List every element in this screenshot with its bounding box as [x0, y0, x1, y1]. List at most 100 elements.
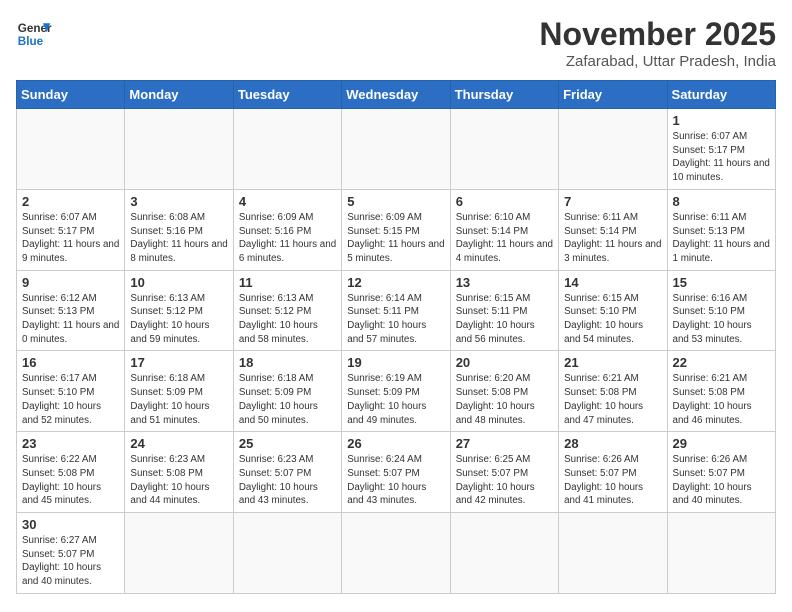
- day-info: Sunrise: 6:21 AMSunset: 5:08 PMDaylight:…: [673, 372, 770, 427]
- day-number: 23: [22, 436, 119, 451]
- calendar-week-row: 2 Sunrise: 6:07 AMSunset: 5:17 PMDaylight…: [17, 189, 776, 270]
- day-number: 27: [456, 436, 553, 451]
- header-thursday: Thursday: [450, 81, 558, 109]
- calendar-cell: 11Sunrise: 6:13 AMSunset: 5:12 PMDayligh…: [233, 270, 341, 351]
- calendar-cell: 16 Sunrise: 6:17 AMSunset: 5:10 PMDayligh…: [17, 351, 125, 432]
- calendar-cell: [450, 109, 558, 190]
- day-info: Sunrise: 6:17 AMSunset: 5:10 PMDaylight:…: [22, 372, 119, 427]
- day-number: 8: [673, 194, 770, 209]
- day-number: 14: [564, 275, 661, 290]
- logo: General Blue: [16, 16, 52, 52]
- calendar-cell: 4Sunrise: 6:09 AMSunset: 5:16 PMDaylight…: [233, 189, 341, 270]
- day-info: Sunrise: 6:15 AMSunset: 5:10 PMDaylight:…: [564, 292, 661, 347]
- day-info: Sunrise: 6:07 AMSunset: 5:17 PMDaylight:…: [22, 211, 119, 266]
- day-number: 16: [22, 355, 119, 370]
- calendar-cell: 7 Sunrise: 6:11 AMSunset: 5:14 PMDaylight…: [559, 189, 667, 270]
- calendar-cell: 27Sunrise: 6:25 AMSunset: 5:07 PMDayligh…: [450, 432, 558, 513]
- header-friday: Friday: [559, 81, 667, 109]
- day-number: 2: [22, 194, 119, 209]
- calendar-cell: 14 Sunrise: 6:15 AMSunset: 5:10 PMDayligh…: [559, 270, 667, 351]
- title-area: November 2025 Zafarabad, Uttar Pradesh, …: [539, 16, 776, 70]
- day-info: Sunrise: 6:13 AMSunset: 5:12 PMDaylight:…: [239, 292, 336, 347]
- day-info: Sunrise: 6:23 AMSunset: 5:07 PMDaylight:…: [239, 453, 336, 508]
- calendar-cell: 5Sunrise: 6:09 AMSunset: 5:15 PMDaylight…: [342, 189, 450, 270]
- calendar-cell: 21Sunrise: 6:21 AMSunset: 5:08 PMDayligh…: [559, 351, 667, 432]
- header-wednesday: Wednesday: [342, 81, 450, 109]
- day-number: 3: [130, 194, 227, 209]
- day-info: Sunrise: 6:22 AMSunset: 5:08 PMDaylight:…: [22, 453, 119, 508]
- day-info: Sunrise: 6:11 AMSunset: 5:13 PMDaylight:…: [673, 211, 770, 266]
- day-number: 5: [347, 194, 444, 209]
- day-info: Sunrise: 6:19 AMSunset: 5:09 PMDaylight:…: [347, 372, 444, 427]
- header: General Blue November 2025 Zafarabad, Ut…: [16, 16, 776, 70]
- days-header-row: Sunday Monday Tuesday Wednesday Thursday…: [17, 81, 776, 109]
- day-number: 7: [564, 194, 661, 209]
- day-info: Sunrise: 6:27 AMSunset: 5:07 PMDaylight:…: [22, 534, 119, 589]
- calendar-cell: 19 Sunrise: 6:19 AMSunset: 5:09 PMDayligh…: [342, 351, 450, 432]
- calendar-cell: [450, 513, 558, 594]
- calendar-table: Sunday Monday Tuesday Wednesday Thursday…: [16, 80, 776, 594]
- calendar-cell: 12Sunrise: 6:14 AMSunset: 5:11 PMDayligh…: [342, 270, 450, 351]
- calendar-subtitle: Zafarabad, Uttar Pradesh, India: [539, 53, 776, 70]
- logo-icon: General Blue: [16, 16, 52, 52]
- calendar-cell: [233, 109, 341, 190]
- day-number: 21: [564, 355, 661, 370]
- day-info: Sunrise: 6:24 AMSunset: 5:07 PMDaylight:…: [347, 453, 444, 508]
- calendar-cell: 8 Sunrise: 6:11 AMSunset: 5:13 PMDaylight…: [667, 189, 775, 270]
- day-number: 6: [456, 194, 553, 209]
- calendar-cell: [17, 109, 125, 190]
- calendar-cell: [667, 513, 775, 594]
- day-number: 20: [456, 355, 553, 370]
- calendar-cell: 15Sunrise: 6:16 AMSunset: 5:10 PMDayligh…: [667, 270, 775, 351]
- day-info: Sunrise: 6:07 AMSunset: 5:17 PMDaylight:…: [673, 130, 770, 185]
- calendar-week-row: 30 Sunrise: 6:27 AMSunset: 5:07 PMDayligh…: [17, 513, 776, 594]
- calendar-cell: 18Sunrise: 6:18 AMSunset: 5:09 PMDayligh…: [233, 351, 341, 432]
- day-number: 18: [239, 355, 336, 370]
- day-number: 15: [673, 275, 770, 290]
- day-info: Sunrise: 6:26 AMSunset: 5:07 PMDaylight:…: [673, 453, 770, 508]
- day-number: 13: [456, 275, 553, 290]
- svg-text:Blue: Blue: [18, 35, 44, 48]
- day-number: 29: [673, 436, 770, 451]
- day-info: Sunrise: 6:20 AMSunset: 5:08 PMDaylight:…: [456, 372, 553, 427]
- calendar-cell: 1Sunrise: 6:07 AMSunset: 5:17 PMDaylight…: [667, 109, 775, 190]
- calendar-week-row: 23 Sunrise: 6:22 AMSunset: 5:08 PMDayligh…: [17, 432, 776, 513]
- calendar-cell: 6 Sunrise: 6:10 AMSunset: 5:14 PMDaylight…: [450, 189, 558, 270]
- day-number: 12: [347, 275, 444, 290]
- day-info: Sunrise: 6:09 AMSunset: 5:16 PMDaylight:…: [239, 211, 336, 266]
- calendar-cell: [559, 109, 667, 190]
- day-info: Sunrise: 6:23 AMSunset: 5:08 PMDaylight:…: [130, 453, 227, 508]
- day-number: 26: [347, 436, 444, 451]
- calendar-cell: [125, 109, 233, 190]
- day-number: 10: [130, 275, 227, 290]
- day-number: 19: [347, 355, 444, 370]
- calendar-cell: 23 Sunrise: 6:22 AMSunset: 5:08 PMDayligh…: [17, 432, 125, 513]
- day-info: Sunrise: 6:12 AMSunset: 5:13 PMDaylight:…: [22, 292, 119, 347]
- day-info: Sunrise: 6:10 AMSunset: 5:14 PMDaylight:…: [456, 211, 553, 266]
- calendar-cell: [125, 513, 233, 594]
- day-number: 30: [22, 517, 119, 532]
- calendar-cell: 10Sunrise: 6:13 AMSunset: 5:12 PMDayligh…: [125, 270, 233, 351]
- calendar-cell: 13 Sunrise: 6:15 AMSunset: 5:11 PMDayligh…: [450, 270, 558, 351]
- day-info: Sunrise: 6:08 AMSunset: 5:16 PMDaylight:…: [130, 211, 227, 266]
- header-tuesday: Tuesday: [233, 81, 341, 109]
- day-number: 24: [130, 436, 227, 451]
- day-number: 22: [673, 355, 770, 370]
- day-info: Sunrise: 6:18 AMSunset: 5:09 PMDaylight:…: [130, 372, 227, 427]
- calendar-cell: [559, 513, 667, 594]
- day-info: Sunrise: 6:11 AMSunset: 5:14 PMDaylight:…: [564, 211, 661, 266]
- calendar-cell: 28Sunrise: 6:26 AMSunset: 5:07 PMDayligh…: [559, 432, 667, 513]
- header-monday: Monday: [125, 81, 233, 109]
- calendar-cell: [342, 109, 450, 190]
- header-sunday: Sunday: [17, 81, 125, 109]
- day-info: Sunrise: 6:15 AMSunset: 5:11 PMDaylight:…: [456, 292, 553, 347]
- calendar-cell: 20 Sunrise: 6:20 AMSunset: 5:08 PMDayligh…: [450, 351, 558, 432]
- calendar-cell: [233, 513, 341, 594]
- calendar-week-row: 1Sunrise: 6:07 AMSunset: 5:17 PMDaylight…: [17, 109, 776, 190]
- calendar-cell: 2 Sunrise: 6:07 AMSunset: 5:17 PMDaylight…: [17, 189, 125, 270]
- calendar-cell: 29 Sunrise: 6:26 AMSunset: 5:07 PMDayligh…: [667, 432, 775, 513]
- day-number: 17: [130, 355, 227, 370]
- calendar-cell: [342, 513, 450, 594]
- calendar-week-row: 9Sunrise: 6:12 AMSunset: 5:13 PMDaylight…: [17, 270, 776, 351]
- calendar-cell: 30 Sunrise: 6:27 AMSunset: 5:07 PMDayligh…: [17, 513, 125, 594]
